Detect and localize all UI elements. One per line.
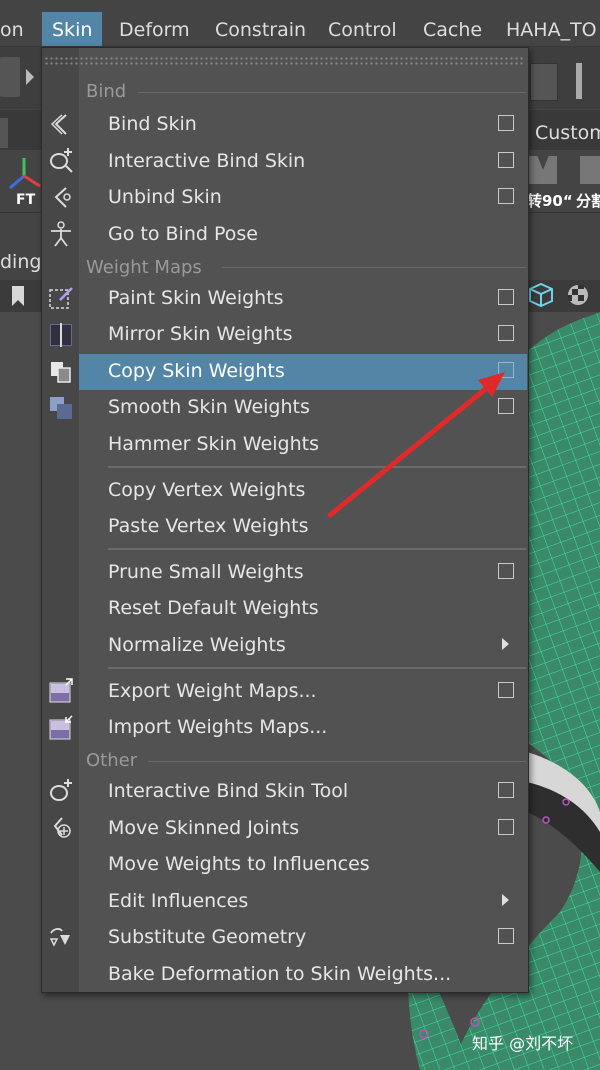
annotation-arrow	[327, 372, 505, 518]
watermark-text: 知乎 @刘不坏	[472, 1034, 574, 1053]
